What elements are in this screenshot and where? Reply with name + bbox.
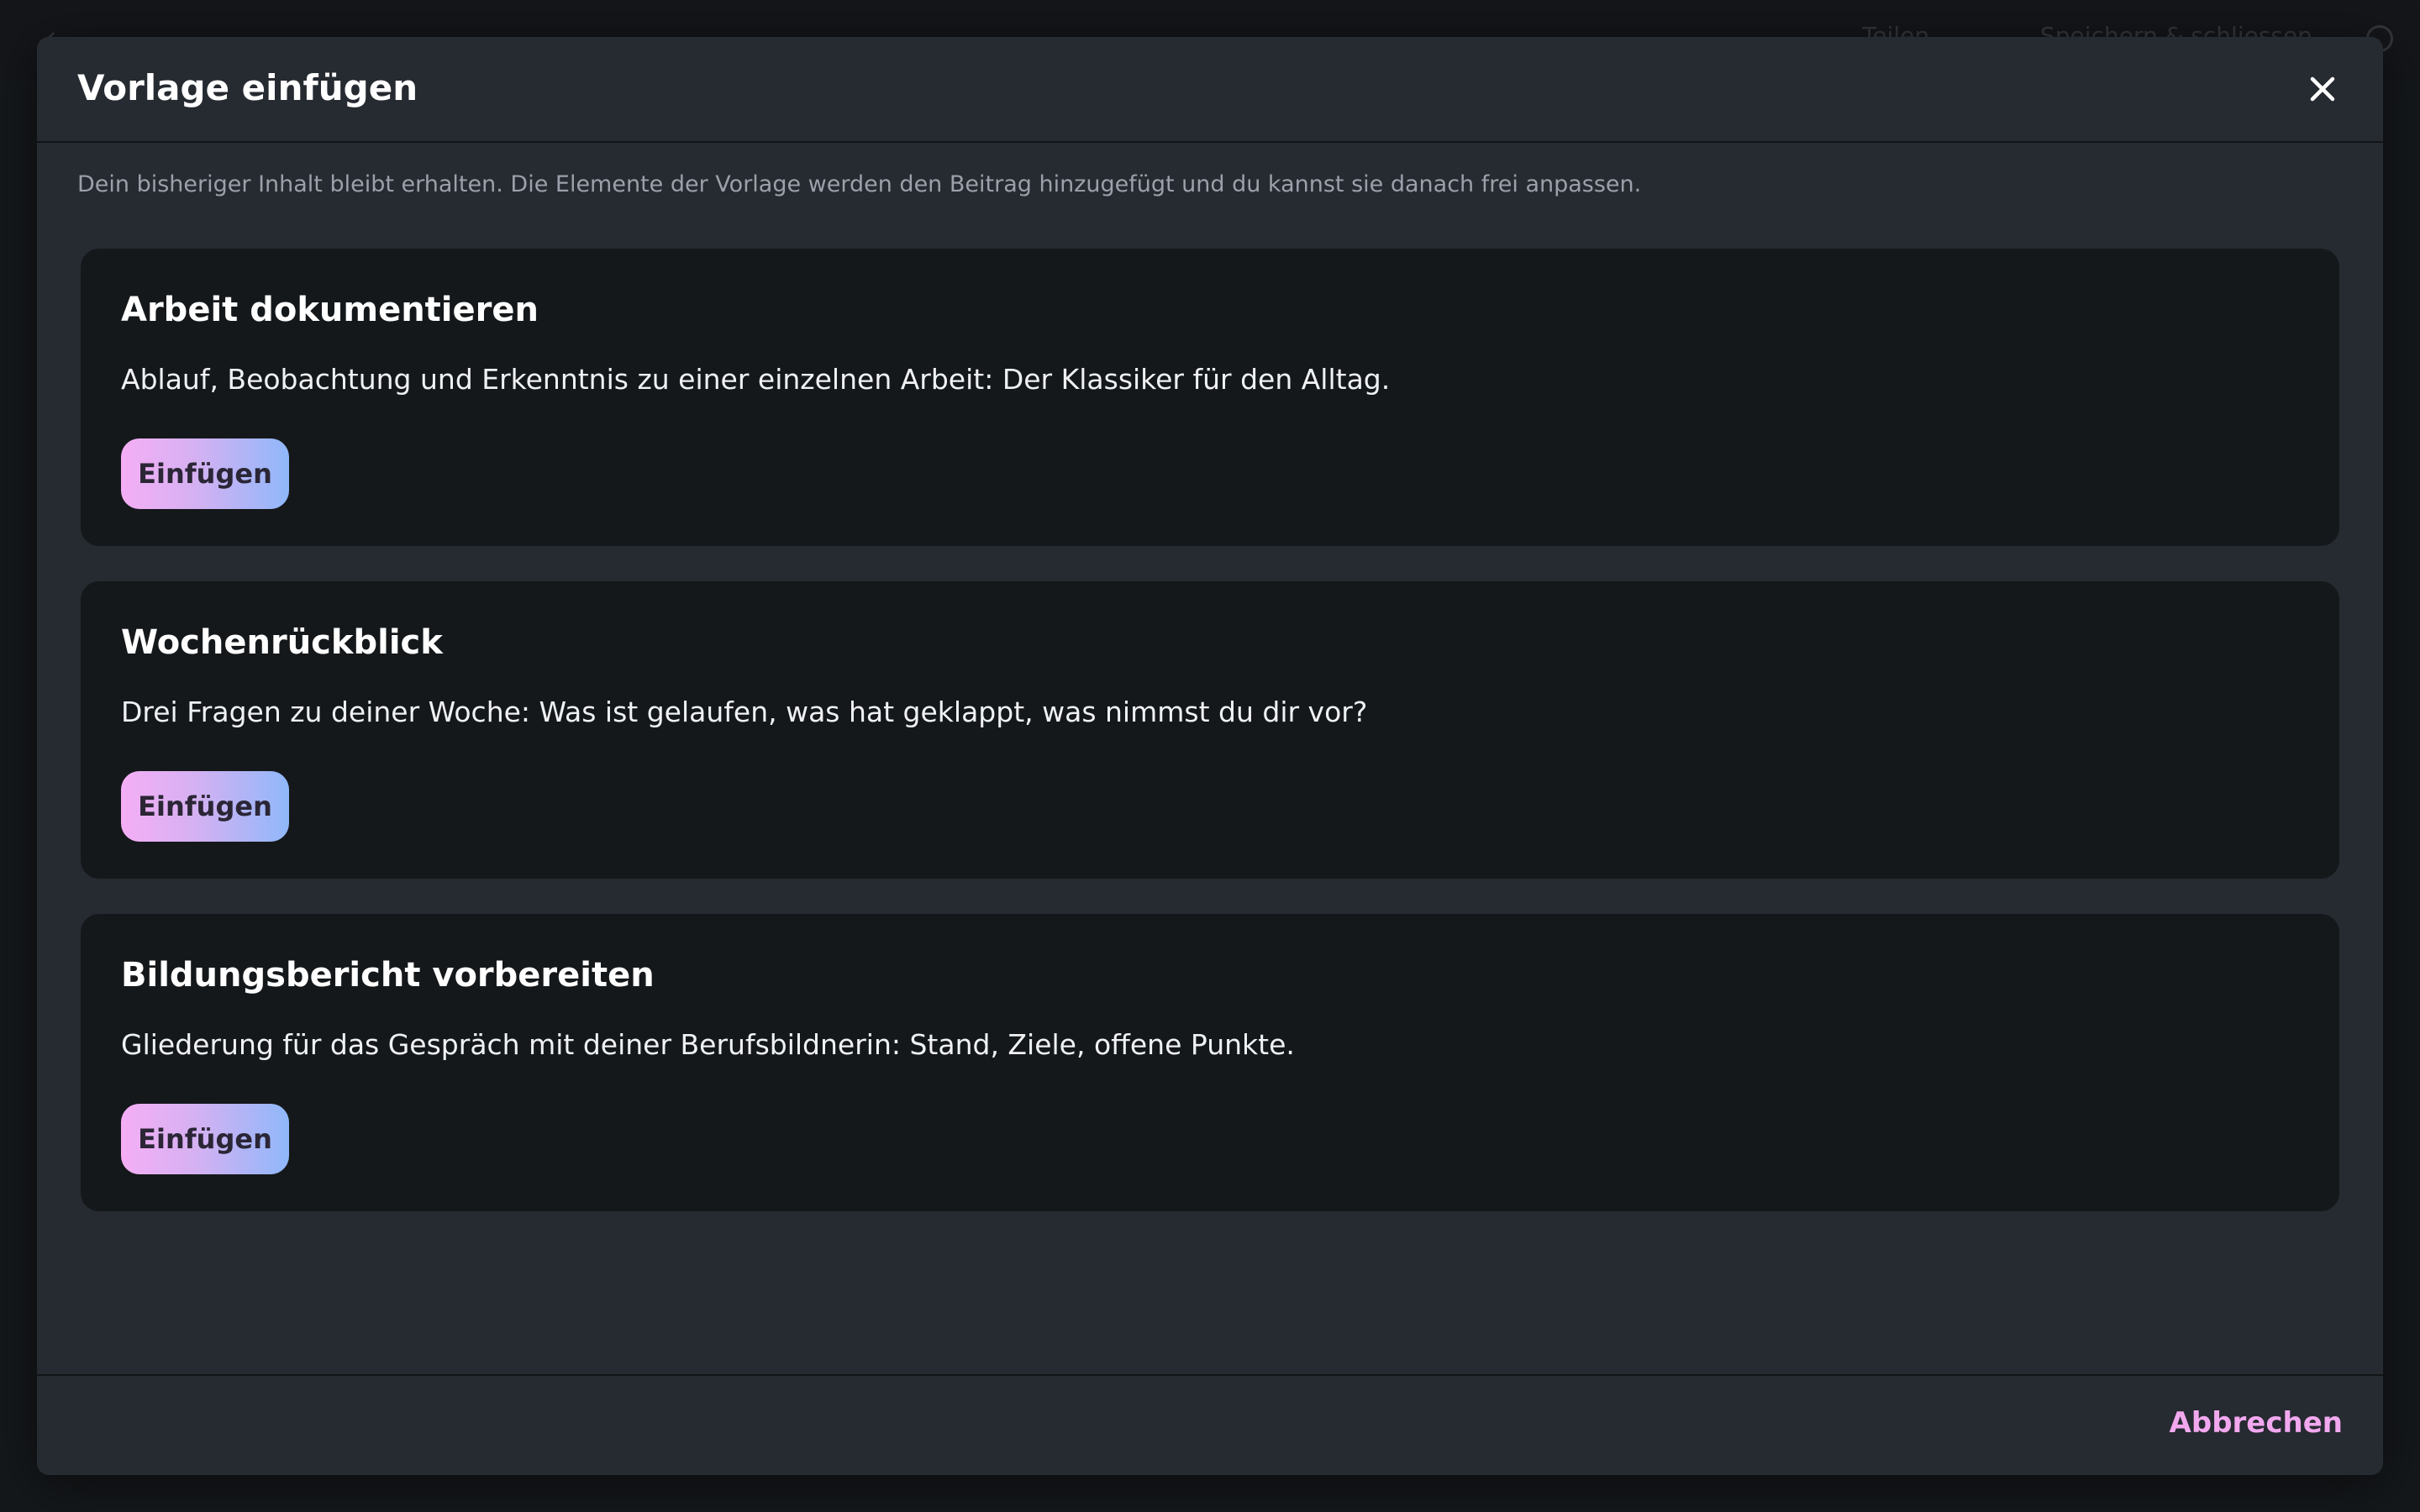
template-description: Drei Fragen zu deiner Woche: Was ist gel… bbox=[121, 696, 1368, 728]
dialog-title: Vorlage einfügen bbox=[77, 67, 418, 108]
dialog-intro-text: Dein bisheriger Inhalt bleibt erhalten. … bbox=[77, 171, 1642, 197]
insert-template-button[interactable]: Einfügen bbox=[121, 1104, 289, 1174]
template-card: Wochenrückblick Drei Fragen zu deiner Wo… bbox=[81, 581, 2339, 879]
template-description: Gliederung für das Gespräch mit deiner B… bbox=[121, 1028, 1295, 1061]
insert-template-button[interactable]: Einfügen bbox=[121, 438, 289, 509]
close-icon bbox=[2310, 76, 2335, 102]
cancel-button[interactable]: Abbrechen bbox=[2170, 1406, 2343, 1440]
insert-template-dialog: Vorlage einfügen Dein bisheriger Inhalt … bbox=[37, 37, 2383, 1475]
close-button[interactable] bbox=[2299, 66, 2346, 113]
template-card: Bildungsbericht vorbereiten Gliederung f… bbox=[81, 914, 2339, 1211]
template-title: Wochenrückblick bbox=[121, 623, 443, 662]
dialog-footer: Abbrechen bbox=[37, 1374, 2383, 1475]
template-card: Arbeit dokumentieren Ablauf, Beobachtung… bbox=[81, 249, 2339, 546]
template-title: Bildungsbericht vorbereiten bbox=[121, 956, 655, 995]
template-description: Ablauf, Beobachtung und Erkenntnis zu ei… bbox=[121, 363, 1391, 396]
template-title: Arbeit dokumentieren bbox=[121, 291, 539, 329]
insert-template-button[interactable]: Einfügen bbox=[121, 771, 289, 842]
dialog-header: Vorlage einfügen bbox=[37, 37, 2383, 143]
